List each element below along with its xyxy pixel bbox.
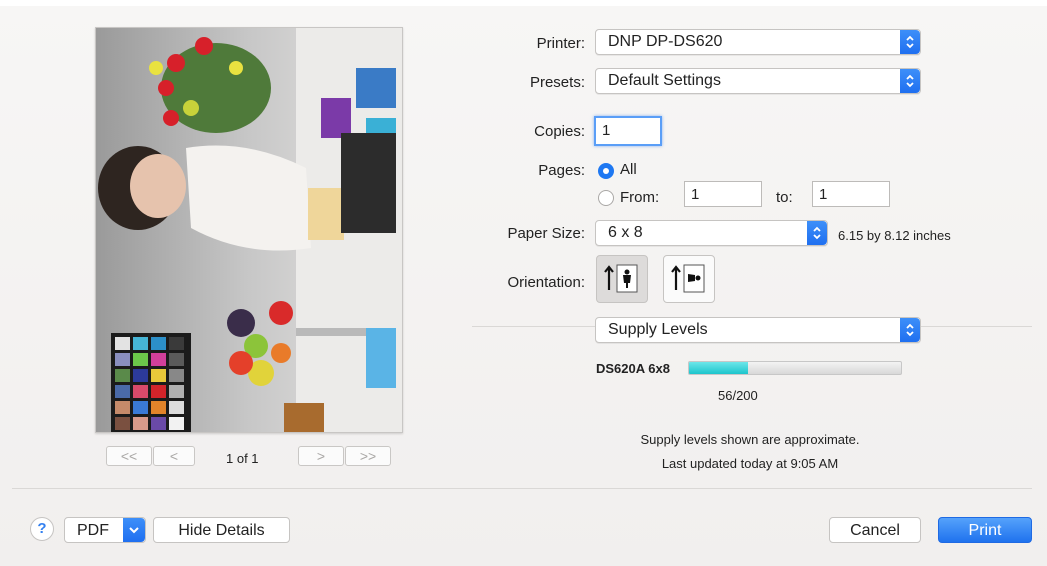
pdf-menu-button[interactable]: PDF: [64, 517, 146, 543]
paper-decor: [366, 328, 396, 388]
hide-details-button[interactable]: Hide Details: [153, 517, 290, 543]
dialog-top-edge: [0, 0, 1047, 6]
landscape-orientation-button[interactable]: [663, 255, 715, 303]
cake: [308, 188, 344, 240]
presets-popup[interactable]: Default Settings: [595, 68, 921, 94]
supply-level-fill: [689, 362, 749, 374]
help-button[interactable]: ?: [30, 517, 54, 541]
candle: [284, 403, 324, 432]
supply-level-bar: [688, 361, 902, 375]
pages-from-label: From:: [620, 189, 660, 206]
paper-size-popup[interactable]: 6 x 8: [595, 220, 828, 246]
presets-label: Presets:: [529, 74, 585, 91]
supply-note: Supply levels shown are approximate.: [640, 432, 860, 447]
orientation-label: Orientation:: [507, 274, 585, 291]
gift-box-2: [321, 98, 351, 138]
paper-size-value: 6 x 8: [608, 224, 643, 241]
pages-range-radio[interactable]: [598, 190, 614, 206]
pages-from-field[interactable]: 1: [684, 181, 762, 207]
pages-to-field[interactable]: 1: [812, 181, 890, 207]
last-page-button[interactable]: >>: [345, 446, 391, 466]
popup-stepper-icon: [900, 318, 920, 342]
printer-value: DNP DP-DS620: [608, 33, 723, 50]
portrait-orientation-button[interactable]: [596, 255, 648, 303]
pages-all-label: All: [620, 161, 637, 178]
section-popup[interactable]: Supply Levels: [595, 317, 921, 343]
pages-label: Pages:: [538, 162, 585, 179]
footer-divider: [12, 488, 1032, 489]
chevron-down-icon: [123, 518, 145, 542]
next-page-button[interactable]: >: [298, 446, 344, 466]
preview-photo: [96, 28, 402, 432]
supply-item-label: DS620A 6x8: [596, 361, 670, 376]
supply-count: 56/200: [718, 388, 758, 403]
portrait-orientation-icon: [604, 264, 638, 293]
section-value: Supply Levels: [608, 321, 708, 338]
paper-size-label: Paper Size:: [507, 225, 585, 242]
printer-label: Printer:: [536, 35, 585, 52]
color-checker: [111, 333, 191, 432]
copies-field[interactable]: 1: [594, 116, 662, 146]
supply-updated: Last updated today at 9:05 AM: [661, 456, 839, 471]
page-counter: 1 of 1: [226, 451, 259, 466]
gift-box: [356, 68, 396, 108]
popup-stepper-icon: [900, 30, 920, 54]
pages-all-radio[interactable]: [598, 163, 614, 179]
previous-page-button[interactable]: <: [153, 446, 195, 466]
pdf-label: PDF: [77, 522, 109, 539]
print-button[interactable]: Print: [938, 517, 1032, 543]
first-page-button[interactable]: <<: [106, 446, 152, 466]
printer-popup[interactable]: DNP DP-DS620: [595, 29, 921, 55]
print-preview: [95, 27, 403, 433]
landscape-orientation-icon: [671, 264, 705, 293]
paper-dimensions: 6.15 by 8.12 inches: [838, 228, 951, 243]
popup-stepper-icon: [900, 69, 920, 93]
print-dialog: << < 1 of 1 > >> Printer: DNP DP-DS620 P…: [0, 0, 1047, 566]
pages-to-label: to:: [776, 189, 793, 206]
copies-label: Copies:: [534, 123, 585, 140]
presets-value: Default Settings: [608, 72, 721, 89]
popup-stepper-icon: [807, 221, 827, 245]
cutlery-box: [341, 133, 396, 233]
cancel-button[interactable]: Cancel: [829, 517, 921, 543]
